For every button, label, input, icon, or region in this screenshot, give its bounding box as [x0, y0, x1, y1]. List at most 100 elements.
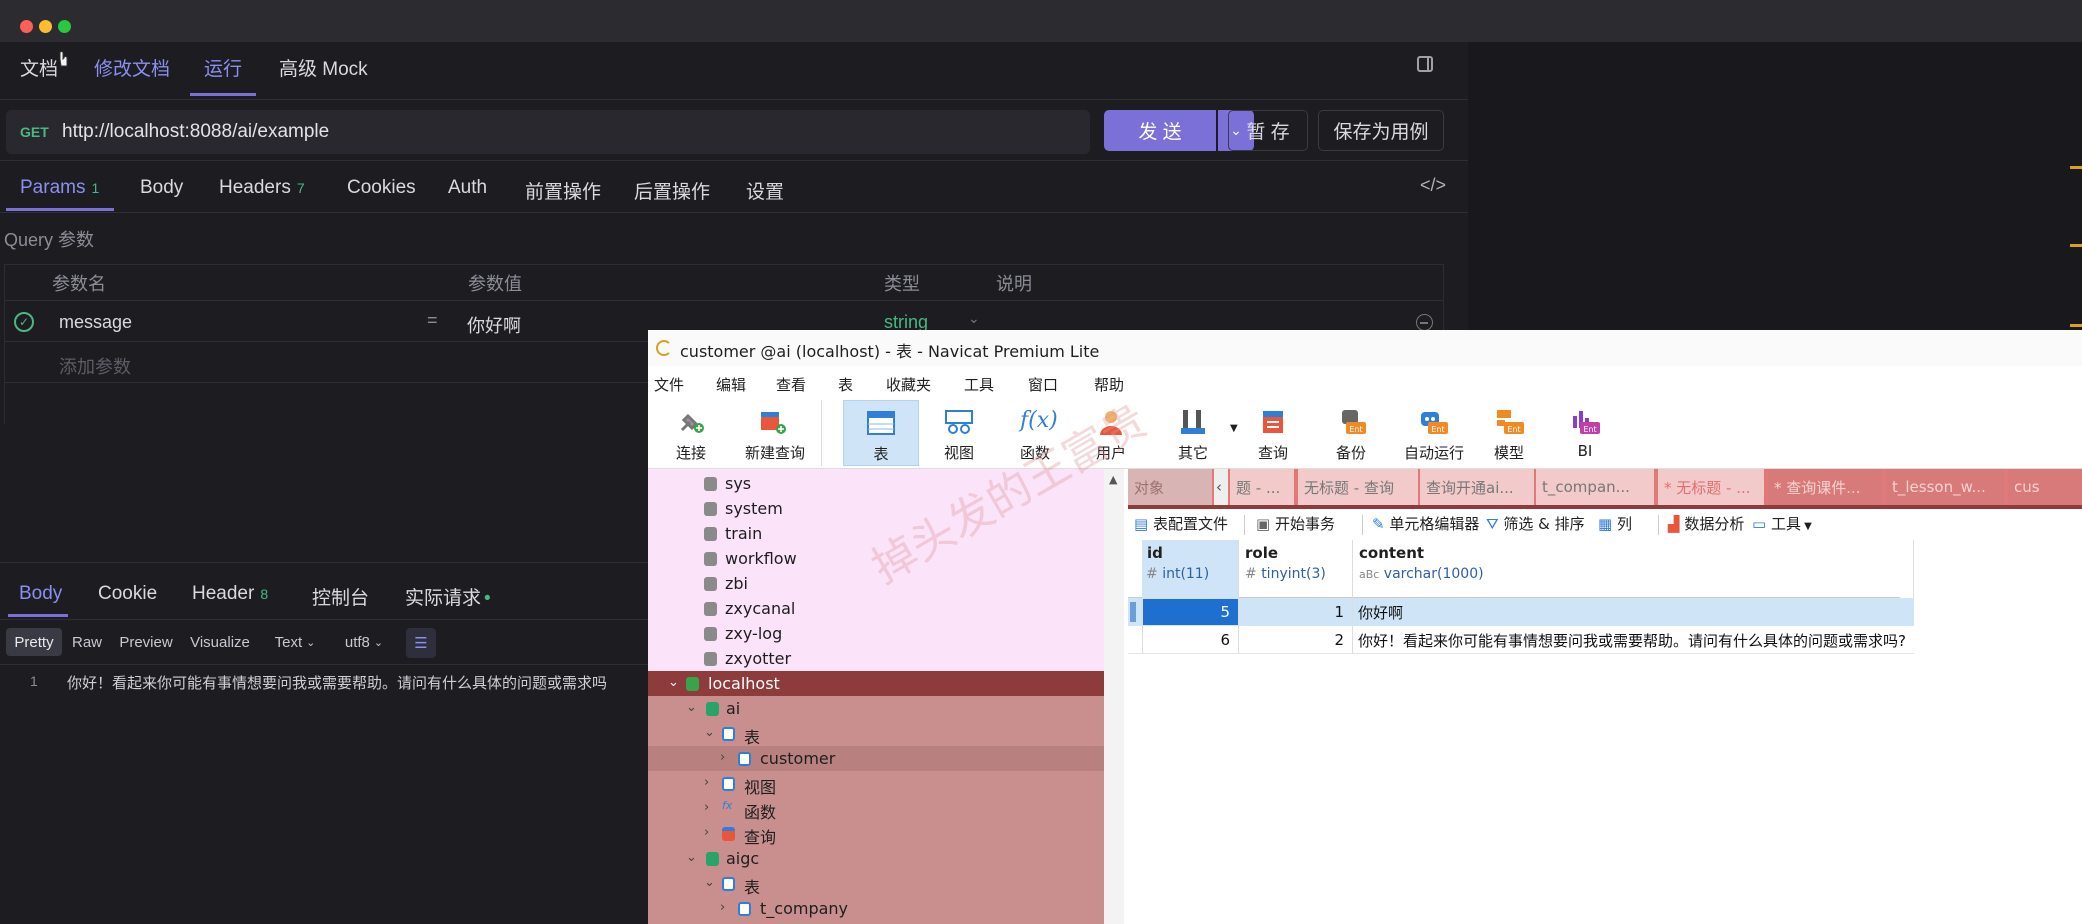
tab-customer[interactable]: cus: [2008, 469, 2082, 505]
resp-tab-actual-request[interactable]: 实际请求 •: [405, 583, 491, 610]
save-as-case-button[interactable]: 保存为用例: [1318, 110, 1444, 151]
menu-favorites[interactable]: 收藏夹: [886, 374, 931, 395]
tab-params[interactable]: Params 1: [20, 177, 99, 199]
zoom-window-button[interactable]: [58, 20, 71, 33]
tab-objects[interactable]: 对象: [1128, 469, 1212, 505]
menu-table[interactable]: 表: [838, 374, 853, 395]
cell-editor-button[interactable]: ✎ 单元格编辑器: [1372, 513, 1479, 534]
cell-role[interactable]: 2: [1238, 627, 1352, 653]
tree-item-zxyotter[interactable]: zxyotter: [648, 646, 1104, 671]
tree-item-queries[interactable]: › 查询: [648, 821, 1104, 847]
tree-item-aigc[interactable]: ⌄ aigc: [648, 846, 1104, 871]
close-window-button[interactable]: [20, 20, 33, 33]
menu-tools[interactable]: 工具: [964, 374, 994, 395]
table-profile-button[interactable]: ▤ 表配置文件: [1134, 513, 1228, 534]
cell-id[interactable]: 6: [1142, 627, 1238, 653]
toolbar-new-query[interactable]: 新建查询: [728, 400, 822, 464]
tree-item-views[interactable]: › 视图: [648, 771, 1104, 797]
add-param-input[interactable]: 添加参数: [59, 353, 131, 379]
tree-item-localhost[interactable]: ⌄ localhost: [648, 671, 1104, 696]
menu-window[interactable]: 窗口: [1028, 374, 1058, 395]
toolbar-bi[interactable]: Ent BI: [1550, 400, 1620, 464]
param-enabled-checkbox[interactable]: ✓: [14, 312, 34, 332]
tab-untitled-query[interactable]: 无标题 - 查询: [1298, 469, 1418, 505]
tab-advanced-mock[interactable]: 高级 Mock: [279, 54, 368, 81]
menu-edit[interactable]: 编辑: [716, 374, 746, 395]
scroll-up-icon[interactable]: ▲: [1109, 473, 1117, 486]
send-button[interactable]: 发 送: [1104, 110, 1216, 151]
tab-pre-operations[interactable]: 前置操作: [525, 177, 601, 204]
tabs-scroll-left-icon[interactable]: ‹: [1214, 469, 1228, 505]
code-icon[interactable]: </>: [1420, 175, 1446, 196]
save-draft-button[interactable]: 暂 存: [1228, 110, 1308, 151]
tab-headers[interactable]: Headers 7: [219, 177, 305, 199]
column-header-id[interactable]: id # int(11): [1142, 540, 1238, 598]
view-mode-raw[interactable]: Raw: [66, 628, 108, 656]
tree-item-functions[interactable]: › fx 函数: [648, 796, 1104, 822]
tab-auth[interactable]: Auth: [448, 177, 487, 199]
response-body-text[interactable]: 你好！看起来你可能有事情想要问我或需要帮助。请问有什么具体的问题或需求吗: [67, 672, 607, 693]
columns-button[interactable]: ▦ 列: [1598, 513, 1632, 534]
toolbar-view[interactable]: 视图: [924, 400, 994, 464]
tab-edit-docs[interactable]: 修改文档: [94, 54, 170, 81]
chevron-down-icon[interactable]: ⌄: [968, 310, 980, 327]
begin-transaction-button[interactable]: ▣ 开始事务: [1256, 513, 1335, 534]
tree-scrollbar[interactable]: ▲: [1104, 469, 1124, 924]
panel-toggle-icon[interactable]: [1417, 56, 1433, 72]
view-mode-preview[interactable]: Preview: [114, 628, 178, 656]
toolbar-connect[interactable]: 连接: [656, 400, 726, 464]
encoding-select[interactable]: utf8 ⌄: [338, 628, 390, 656]
tree-item-zxy-log[interactable]: zxy-log: [648, 621, 1104, 646]
tab-query-ai[interactable]: 查询开通ai...: [1420, 469, 1534, 505]
tree-item-tables[interactable]: ⌄ 表: [648, 721, 1104, 747]
tree-item-tables[interactable]: ⌄ 表: [648, 871, 1104, 897]
http-method[interactable]: GET: [20, 124, 49, 140]
tab-query-lesson[interactable]: * 查询课件...: [1768, 469, 1882, 505]
resp-tab-header[interactable]: Header 8: [192, 583, 268, 605]
tree-item-zbi[interactable]: zbi: [648, 571, 1104, 596]
remove-param-icon[interactable]: [1416, 314, 1433, 331]
cell-role[interactable]: 1: [1238, 599, 1352, 625]
cell-id[interactable]: 5: [1142, 599, 1238, 625]
tab-query-1[interactable]: 题 - ...: [1230, 469, 1294, 505]
column-header-content[interactable]: content aBc varchar(1000): [1352, 540, 1914, 598]
toolbar-model[interactable]: Ent 模型: [1474, 400, 1544, 464]
param-name-input[interactable]: message: [59, 312, 132, 333]
tab-settings[interactable]: 设置: [746, 177, 784, 204]
data-analysis-button[interactable]: ▟ 数据分析: [1668, 513, 1744, 534]
minimize-window-button[interactable]: [39, 20, 52, 33]
tab-t-lesson[interactable]: t_lesson_w...: [1886, 469, 2004, 505]
toolbar-automation[interactable]: Ent 自动运行: [1392, 400, 1476, 464]
toolbar-query[interactable]: 查询: [1238, 400, 1308, 464]
toolbar-table[interactable]: 表: [843, 400, 919, 466]
tab-docs[interactable]: 文档: [20, 54, 58, 81]
table-row[interactable]: 6 2 你好！看起来你可能有事情想要问我或需要帮助。请问有什么具体的问题或需求吗…: [1128, 626, 1914, 654]
resp-tab-console[interactable]: 控制台: [312, 583, 369, 610]
wrap-lines-icon[interactable]: ☰: [406, 628, 436, 658]
cell-content[interactable]: 你好啊: [1358, 599, 1914, 625]
url-input[interactable]: http://localhost:8088/ai/example: [62, 121, 329, 143]
tree-item-ai[interactable]: ⌄ ai: [648, 696, 1104, 721]
resp-tab-body[interactable]: Body: [19, 583, 62, 605]
menu-view[interactable]: 查看: [776, 374, 806, 395]
dropdown-arrow-icon[interactable]: ▼: [1230, 423, 1238, 434]
tab-cookies[interactable]: Cookies: [347, 177, 416, 199]
format-select[interactable]: Text ⌄: [270, 628, 320, 656]
param-value-input[interactable]: 你好啊: [467, 312, 521, 338]
tree-item-t-company[interactable]: › t_company: [648, 896, 1104, 921]
tab-run[interactable]: 运行: [204, 54, 242, 81]
cell-content[interactable]: 你好！看起来你可能有事情想要问我或需要帮助。请问有什么具体的问题或需求吗?: [1358, 627, 1914, 653]
resp-tab-cookie[interactable]: Cookie: [98, 583, 157, 605]
tab-t-company[interactable]: t_compan...: [1536, 469, 1654, 505]
table-row[interactable]: 5 1 你好啊: [1128, 598, 1914, 626]
column-header-role[interactable]: role # tinyint(3): [1238, 540, 1352, 598]
view-mode-pretty[interactable]: Pretty: [6, 628, 62, 656]
toolbar-other[interactable]: 其它: [1158, 400, 1228, 464]
toolbar-backup[interactable]: Ent 备份: [1316, 400, 1386, 464]
tab-untitled-2[interactable]: * 无标题 - ...: [1658, 469, 1764, 505]
tab-body[interactable]: Body: [140, 177, 183, 199]
tab-post-operations[interactable]: 后置操作: [634, 177, 710, 204]
filter-sort-button[interactable]: ⛛ 筛选 & 排序: [1486, 513, 1585, 534]
tree-item-customer[interactable]: › customer: [648, 746, 1104, 771]
tools-dropdown-button[interactable]: ▭ 工具 ▼: [1752, 513, 1812, 534]
